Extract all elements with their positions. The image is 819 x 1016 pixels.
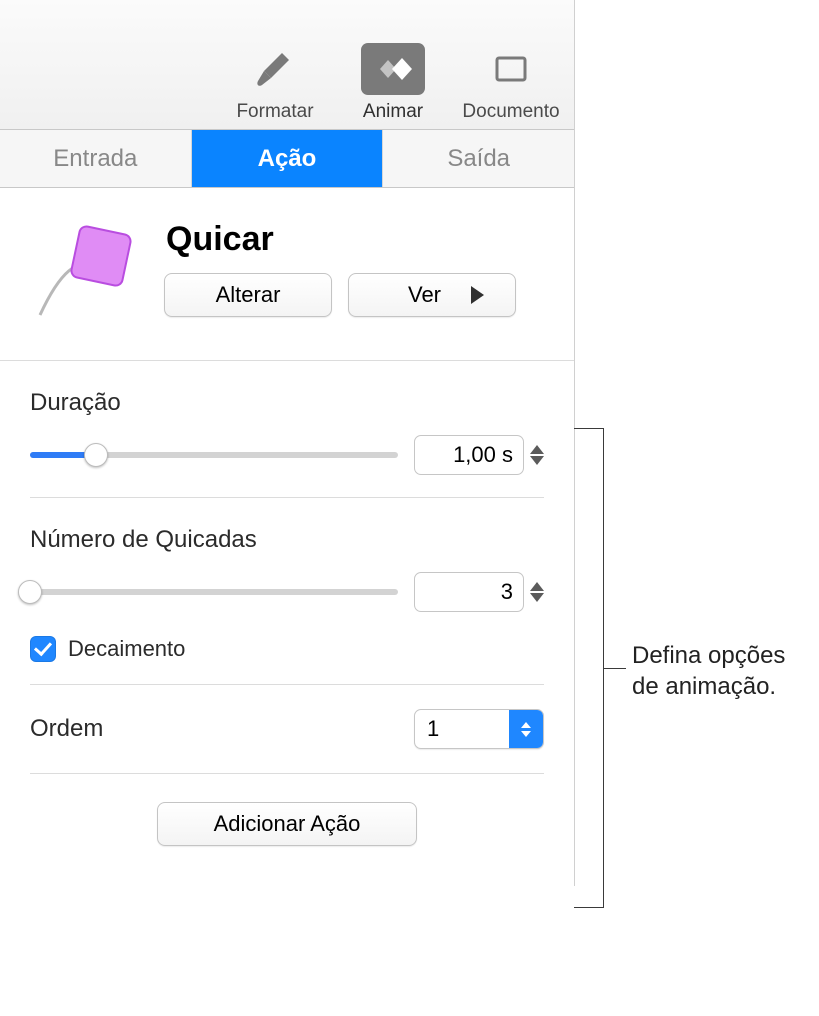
toolbar: Formatar Animar Documento — [0, 0, 574, 130]
callout-bracket — [574, 428, 604, 908]
toolbar-animate[interactable]: Animar — [334, 43, 452, 129]
tab-build-out[interactable]: Saída — [383, 130, 574, 187]
bounces-field[interactable] — [414, 572, 524, 612]
tab-action[interactable]: Ação — [192, 130, 384, 187]
duration-slider[interactable] — [30, 443, 398, 467]
effect-title: Quicar — [166, 220, 516, 259]
stepper-up-icon[interactable] — [530, 582, 544, 591]
toolbar-format[interactable]: Formatar — [216, 43, 334, 129]
stepper-up-icon[interactable] — [530, 445, 544, 454]
inspector-panel: Formatar Animar Documento Entrada Ação S… — [0, 0, 575, 886]
order-label: Ordem — [30, 715, 103, 743]
order-block: Ordem 1 — [30, 685, 544, 774]
order-value: 1 — [415, 710, 509, 748]
brush-icon — [243, 43, 307, 95]
toolbar-format-label: Formatar — [216, 101, 334, 123]
bounce-effect-icon — [30, 220, 150, 330]
preview-label: Ver — [408, 282, 441, 308]
play-icon — [471, 286, 484, 304]
duration-block: Duração — [30, 361, 544, 498]
bounces-label: Número de Quicadas — [30, 526, 544, 554]
preview-button[interactable]: Ver — [348, 273, 516, 317]
stepper-down-icon[interactable] — [530, 456, 544, 465]
document-icon — [479, 43, 543, 95]
bounces-block: Número de Quicadas Decaimento — [30, 498, 544, 685]
animation-tabs: Entrada Ação Saída — [0, 130, 574, 188]
callout-text: Defina opções de animação. — [632, 640, 812, 702]
toolbar-document-label: Documento — [452, 101, 570, 123]
effect-header: Quicar Alterar Ver — [0, 188, 574, 361]
order-select[interactable]: 1 — [414, 709, 544, 749]
tab-build-in[interactable]: Entrada — [0, 130, 192, 187]
add-action-button[interactable]: Adicionar Ação — [157, 802, 417, 846]
footer: Adicionar Ação — [30, 774, 544, 886]
toolbar-animate-label: Animar — [334, 101, 452, 123]
decay-label: Decaimento — [68, 636, 185, 662]
decay-row[interactable]: Decaimento — [30, 636, 544, 662]
change-effect-button[interactable]: Alterar — [164, 273, 332, 317]
diamond-icon — [361, 43, 425, 95]
bounces-slider[interactable] — [30, 580, 398, 604]
select-arrows-icon[interactable] — [509, 710, 543, 748]
decay-checkbox[interactable] — [30, 636, 56, 662]
bounces-stepper[interactable] — [414, 572, 544, 612]
duration-field[interactable] — [414, 435, 524, 475]
callout-tick — [604, 668, 626, 669]
toolbar-document[interactable]: Documento — [452, 43, 570, 129]
duration-label: Duração — [30, 389, 544, 417]
animation-settings: Duração Número de Quicadas — [0, 361, 574, 886]
stepper-down-icon[interactable] — [530, 593, 544, 602]
duration-stepper[interactable] — [414, 435, 544, 475]
